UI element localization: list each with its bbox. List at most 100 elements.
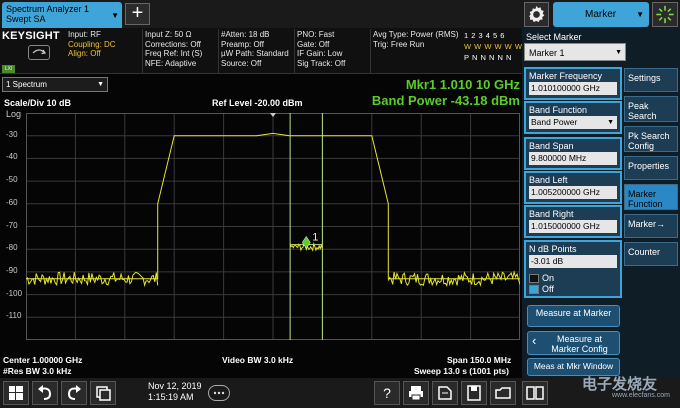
marker-number-label: 1 bbox=[312, 231, 318, 243]
divider bbox=[142, 29, 143, 73]
counter-tab[interactable]: Counter bbox=[624, 242, 678, 266]
band-span-input[interactable]: 9.800000 MHz bbox=[529, 152, 617, 165]
field-label: Band Left bbox=[529, 175, 568, 185]
info-line: Source: Off bbox=[221, 58, 262, 68]
watermark-logo: 电子发烧友 bbox=[582, 376, 658, 393]
preset-icon[interactable] bbox=[432, 381, 458, 405]
pk-search-config-tab[interactable]: Pk Search Config bbox=[624, 126, 678, 152]
peak-search-tab[interactable]: Peak Search bbox=[624, 96, 678, 122]
sparkle-icon[interactable] bbox=[652, 2, 678, 27]
sweep-label[interactable]: Sweep 13.0 s (1001 pts) bbox=[414, 366, 509, 376]
chat-bubble-icon[interactable] bbox=[208, 385, 230, 401]
info-line: Sig Track: Off bbox=[297, 58, 346, 68]
chevron-down-icon: ▼ bbox=[615, 49, 622, 56]
add-tab-button[interactable]: + bbox=[125, 3, 150, 25]
redo-icon[interactable] bbox=[61, 381, 87, 405]
keysight-logo: KEYSIGHT bbox=[2, 30, 60, 42]
info-line: Corrections: Off bbox=[145, 39, 201, 49]
trace-types: W W W W W W bbox=[464, 42, 523, 51]
dual-window-icon[interactable] bbox=[522, 381, 548, 405]
marker-readout: Mkr1 1.010 10 GHz bbox=[405, 77, 520, 92]
field-label: Marker Frequency bbox=[529, 71, 603, 81]
band-span-field[interactable]: Band Span 9.800000 MHz bbox=[524, 137, 622, 170]
marker-frequency-field[interactable]: Marker Frequency 1.010100000 GHz bbox=[524, 67, 622, 100]
window-layout-icon[interactable] bbox=[90, 381, 116, 405]
view-select-dropdown[interactable]: 1 Spectrum ▼ bbox=[2, 77, 108, 92]
marker-function-tab[interactable]: Marker Function bbox=[624, 184, 678, 210]
avg-trig-settings[interactable]: Avg Type: Power (RMS) Trig: Free Run bbox=[373, 30, 459, 49]
properties-tab[interactable]: Properties bbox=[624, 156, 678, 180]
recall-icon[interactable] bbox=[490, 381, 516, 405]
video-bw-label[interactable]: Video BW 3.0 kHz bbox=[222, 355, 293, 365]
windows-start-icon[interactable] bbox=[3, 381, 29, 405]
pno-settings[interactable]: PNO: Fast Gate: Off IF Gain: Low Sig Tra… bbox=[297, 30, 345, 68]
input-z-settings[interactable]: Input Z: 50 Ω Corrections: Off Freq Ref:… bbox=[145, 30, 202, 68]
chevron-down-icon: ▼ bbox=[607, 119, 614, 126]
panel-select-dropdown[interactable]: Marker ▼ bbox=[553, 2, 649, 27]
divider bbox=[370, 29, 371, 73]
info-line: Gate: Off bbox=[297, 39, 330, 49]
lxi-badge: LXI bbox=[2, 65, 15, 73]
ndb-points-input[interactable]: -3.01 dB bbox=[529, 255, 617, 268]
chevron-left-icon: ‹ bbox=[532, 333, 537, 348]
align-value: Align: Off bbox=[68, 49, 101, 58]
trace-status-grid[interactable]: 1 2 3 4 5 6 W W W W W W P N N N N N bbox=[464, 30, 523, 63]
undo-icon[interactable] bbox=[32, 381, 58, 405]
ref-level-label[interactable]: Ref Level -20.00 dBm bbox=[212, 98, 303, 108]
app-tab[interactable]: Spectrum Analyzer 1 Swept SA ▼ bbox=[2, 2, 122, 28]
band-function-value: Band Power bbox=[531, 117, 578, 127]
select-marker-label: Select Marker bbox=[526, 32, 582, 42]
marker-1: 1 bbox=[301, 231, 318, 249]
band-function-field[interactable]: Band Function Band Power ▼ bbox=[524, 101, 622, 134]
center-freq-label[interactable]: Center 1.00000 GHz bbox=[3, 355, 82, 365]
file-save-icon[interactable] bbox=[461, 381, 487, 405]
info-line: µW Path: Standard bbox=[221, 49, 289, 58]
info-line: IF Gain: Low bbox=[297, 49, 343, 58]
coupling-value: Coupling: DC bbox=[68, 39, 116, 49]
plot-grid bbox=[26, 113, 520, 340]
divider bbox=[218, 29, 219, 73]
settings-tab[interactable]: Settings bbox=[624, 68, 678, 92]
info-line: PNO: Fast bbox=[297, 30, 335, 39]
remote-link-icon[interactable] bbox=[28, 45, 50, 60]
band-function-select[interactable]: Band Power ▼ bbox=[529, 116, 617, 129]
band-right-input[interactable]: 1.015000000 GHz bbox=[529, 220, 617, 233]
spectrum-plot[interactable]: 1 bbox=[26, 113, 520, 340]
ndb-points-field[interactable]: N dB Points -3.01 dB On Off bbox=[524, 240, 622, 298]
measure-at-marker-config-button[interactable]: ‹ Measure at Marker Config bbox=[527, 331, 620, 355]
trace-detectors: P N N N N N bbox=[464, 53, 512, 62]
input-settings[interactable]: Input: RF Coupling: DC Align: Off bbox=[68, 30, 116, 59]
scale-div-label[interactable]: Scale/Div 10 dB bbox=[4, 98, 71, 108]
res-bw-label[interactable]: #Res BW 3.0 kHz bbox=[3, 366, 72, 376]
toggle-on-indicator bbox=[529, 274, 539, 283]
field-label: N dB Points bbox=[529, 244, 577, 254]
date-text: Nov 12, 2019 bbox=[148, 381, 202, 391]
band-left-input[interactable]: 1.005200000 GHz bbox=[529, 186, 617, 199]
atten-settings[interactable]: #Atten: 18 dB Preamp: Off µW Path: Stand… bbox=[221, 30, 289, 68]
print-icon[interactable] bbox=[403, 381, 429, 405]
band-left-field[interactable]: Band Left 1.005200000 GHz bbox=[524, 171, 622, 204]
toggle-on-label[interactable]: On bbox=[542, 273, 554, 283]
field-label: Band Right bbox=[529, 209, 574, 219]
panel-select-value: Marker bbox=[585, 9, 617, 20]
info-line: NFE: Adaptive bbox=[145, 58, 197, 68]
help-icon[interactable]: ? bbox=[374, 381, 400, 405]
watermark-url: www.elecfans.com bbox=[612, 392, 670, 399]
gear-icon[interactable] bbox=[524, 2, 549, 27]
band-right-field[interactable]: Band Right 1.015000000 GHz bbox=[524, 205, 622, 238]
measure-at-marker-button[interactable]: Measure at Marker bbox=[527, 305, 620, 327]
svg-text:?: ? bbox=[383, 385, 391, 401]
toggle-off-label[interactable]: Off bbox=[542, 284, 554, 294]
info-line: Input Z: 50 Ω bbox=[145, 30, 192, 39]
info-line: #Atten: 18 dB bbox=[221, 30, 270, 39]
toggle-off-indicator bbox=[529, 285, 539, 294]
chevron-down-icon: ▼ bbox=[636, 10, 644, 19]
log-label: Log bbox=[6, 109, 22, 119]
info-line: Avg Type: Power (RMS) bbox=[373, 30, 459, 39]
span-label[interactable]: Span 150.0 MHz bbox=[447, 355, 511, 365]
view-select-value: 1 Spectrum bbox=[6, 80, 47, 89]
trace-numbers: 1 2 3 4 5 6 bbox=[464, 31, 505, 40]
select-marker-dropdown[interactable]: Marker 1 ▼ bbox=[524, 43, 626, 61]
marker-frequency-input[interactable]: 1.010100000 GHz bbox=[529, 82, 617, 95]
marker-to-tab[interactable]: Marker→ bbox=[624, 214, 678, 238]
